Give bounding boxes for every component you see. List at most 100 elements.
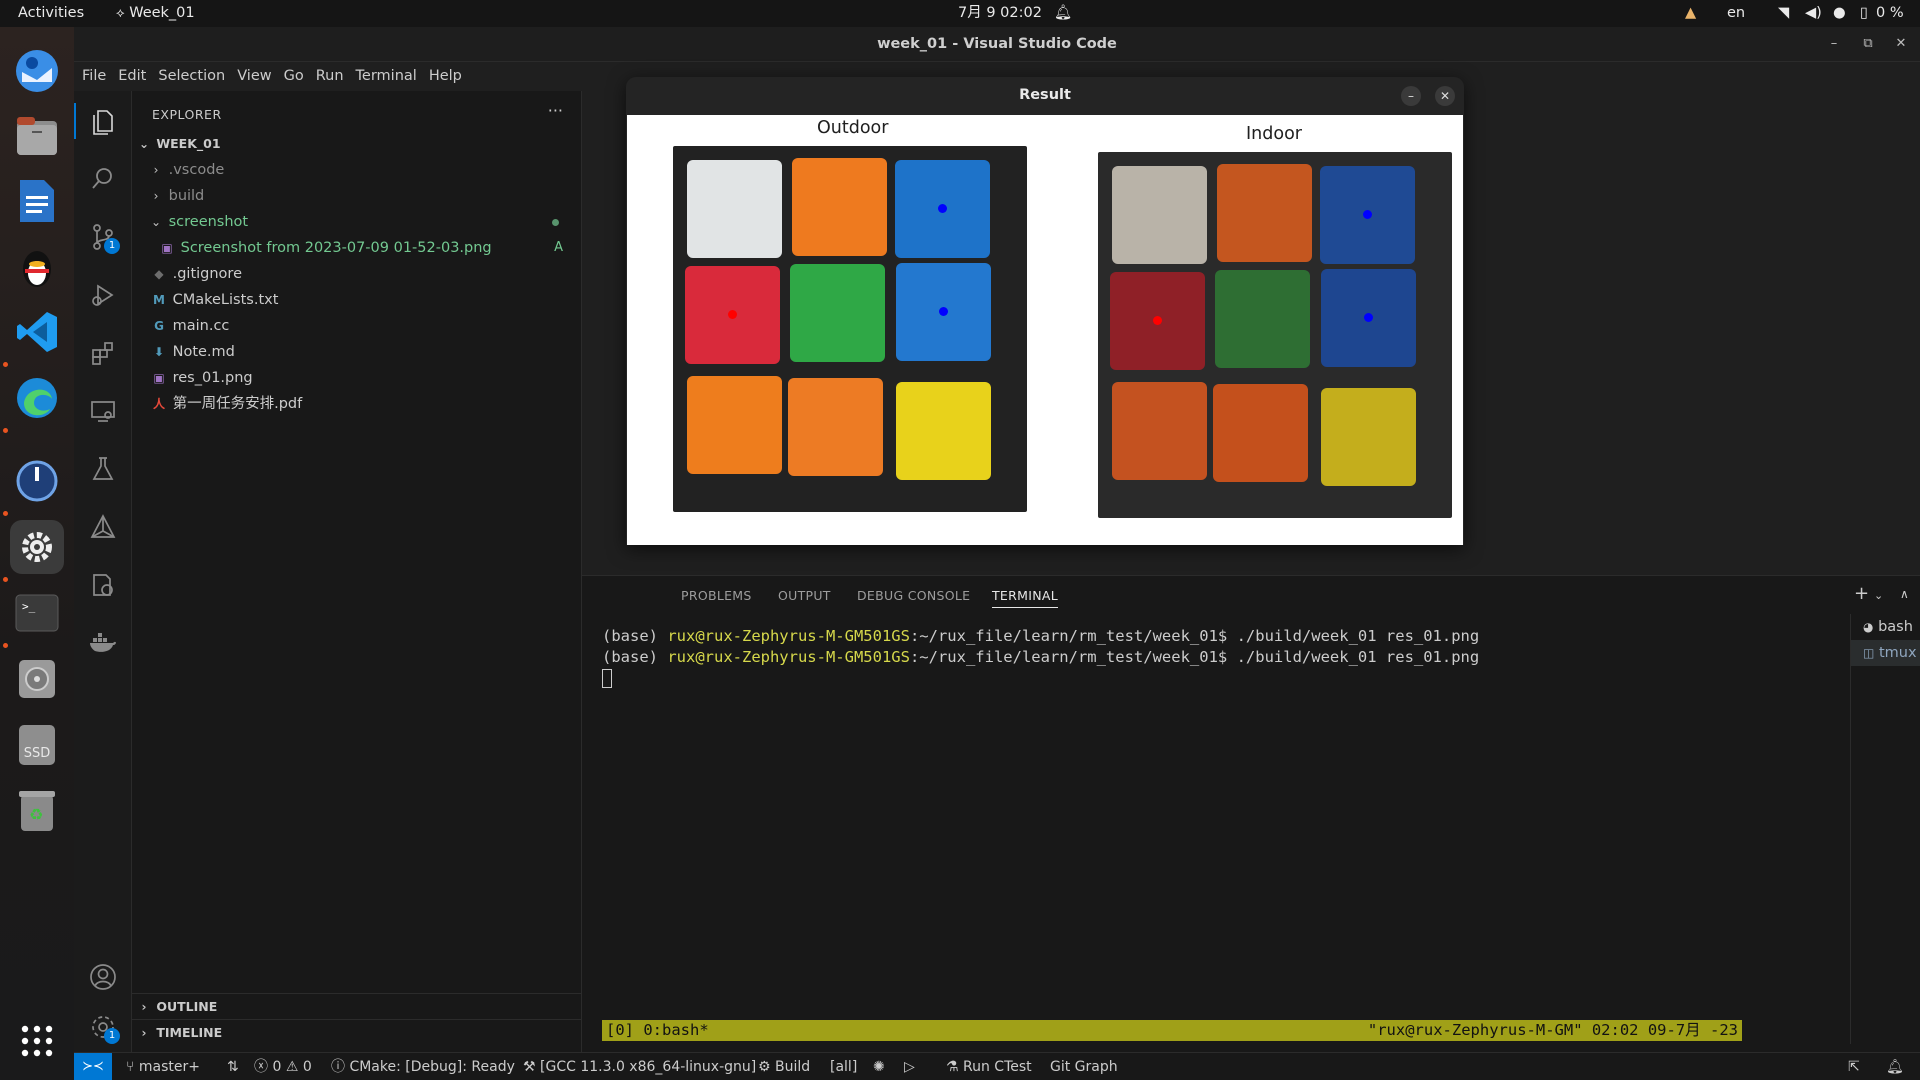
wifi-icon[interactable]: ◥ <box>1778 0 1789 27</box>
thunderbird-icon[interactable] <box>10 44 64 98</box>
cmake-icon[interactable] <box>85 509 121 545</box>
menu-go[interactable]: Go <box>278 63 310 89</box>
disk-utility-icon[interactable] <box>10 652 64 706</box>
battery-icon[interactable]: ▯ <box>1860 0 1868 27</box>
cmake-target[interactable]: [all] <box>830 1053 857 1080</box>
source-control-icon[interactable]: 1 <box>85 219 121 255</box>
workspace-root[interactable]: ⌄ WEEK_01 <box>132 131 581 157</box>
tree-file-cmakelists[interactable]: M CMakeLists.txt <box>132 287 581 313</box>
result-close-icon[interactable]: ✕ <box>1435 86 1455 106</box>
cube-sticker <box>1213 384 1308 482</box>
blue-marker-dot <box>938 204 947 213</box>
live-share-icon[interactable]: ⇱ <box>1848 1053 1860 1080</box>
result-window-title: Result <box>1019 87 1071 103</box>
clock[interactable]: 7月 9 02:02 <box>958 0 1042 27</box>
tree-file-screenshot-png[interactable]: ▣ Screenshot from 2023-07-09 01-52-03.pn… <box>132 235 581 261</box>
debug-bug-icon[interactable]: ✺ <box>873 1053 885 1080</box>
tab-problems[interactable]: PROBLEMS <box>681 588 752 603</box>
chevron-right-icon: › <box>141 1000 147 1014</box>
cmake-build[interactable]: ⚙ Build <box>758 1053 810 1080</box>
trash-icon[interactable]: ♻ <box>10 784 64 838</box>
git-graph[interactable]: Git Graph <box>1050 1053 1118 1080</box>
ssd-drive-icon[interactable]: SSD <box>10 718 64 772</box>
tree-file-gitignore[interactable]: ◆ .gitignore <box>132 261 581 287</box>
cube-sticker <box>788 378 883 476</box>
extensions-icon[interactable] <box>85 335 121 371</box>
remote-indicator-icon[interactable]: ≻≺ <box>74 1053 112 1080</box>
search-icon[interactable] <box>85 161 121 197</box>
menu-view[interactable]: View <box>231 63 277 89</box>
tree-folder-build[interactable]: › build <box>132 183 581 209</box>
cube-sticker <box>792 158 887 256</box>
tab-debug-console[interactable]: DEBUG CONSOLE <box>857 588 970 603</box>
minimize-icon[interactable]: – <box>1825 35 1843 53</box>
manage-gear-icon[interactable]: 1 <box>85 1009 121 1045</box>
volume-icon[interactable]: ◀) <box>1805 0 1822 27</box>
explorer-sidebar: EXPLORER ··· ⌄ WEEK_01 › .vscode › build… <box>132 91 582 1052</box>
window-title: week_01 - Visual Studio Code <box>877 36 1117 52</box>
terminal-tab-bash[interactable]: ◕ bash <box>1851 614 1920 640</box>
tree-file-pdf[interactable]: 人 第一周任务安排.pdf <box>132 391 581 417</box>
run-debug-icon[interactable] <box>85 277 121 313</box>
cube-sticker <box>1112 166 1207 264</box>
remote-explorer-icon[interactable] <box>85 393 121 429</box>
scm-badge: 1 <box>104 238 120 254</box>
timer-app-icon[interactable] <box>10 454 64 508</box>
cmake-status[interactable]: ⓘ CMake: [Debug]: Ready <box>331 1053 515 1080</box>
files-icon[interactable] <box>10 109 64 163</box>
accounts-icon[interactable] <box>85 959 121 995</box>
menu-help[interactable]: Help <box>423 63 468 89</box>
tree-file-note-md[interactable]: ⬇ Note.md <box>132 339 581 365</box>
docker-icon[interactable] <box>85 625 121 661</box>
more-actions-icon[interactable]: ··· <box>548 101 563 120</box>
result-minimize-icon[interactable]: – <box>1401 86 1421 106</box>
new-terminal-plus-icon[interactable]: + <box>1854 583 1869 604</box>
terminal-dock-icon[interactable]: >_ <box>10 586 64 640</box>
terminal-dropdown-icon[interactable]: ⌄ <box>1874 589 1883 602</box>
problems-status[interactable]: ⓧ 0 ⚠ 0 <box>254 1053 312 1080</box>
vscode-dock-icon[interactable] <box>10 305 64 359</box>
menu-file[interactable]: File <box>76 63 112 89</box>
tree-file-res01-png[interactable]: ▣ res_01.png <box>132 365 581 391</box>
title-bar: week_01 - Visual Studio Code – ⧉ ✕ <box>74 27 1920 62</box>
cmake-outline-icon[interactable] <box>85 567 121 603</box>
testing-flask-icon[interactable] <box>85 451 121 487</box>
menu-selection[interactable]: Selection <box>152 63 231 89</box>
run-play-icon[interactable]: ▷ <box>904 1053 915 1080</box>
active-app-menu[interactable]: ⟡ Week_01 <box>116 0 195 27</box>
qq-penguin-icon[interactable] <box>10 239 64 293</box>
settings-dock-icon[interactable] <box>10 520 64 574</box>
running-indicator <box>3 362 8 367</box>
writer-icon[interactable] <box>10 174 64 228</box>
outline-section[interactable]: › OUTLINE <box>132 993 581 1019</box>
tab-output[interactable]: OUTPUT <box>778 588 831 603</box>
terminal-tab-tmux[interactable]: ◫ tmux <box>1851 640 1920 666</box>
timeline-section[interactable]: › TIMELINE <box>132 1019 581 1045</box>
notification-bell-icon[interactable]: 🔔︎ <box>1054 0 1072 27</box>
tab-terminal[interactable]: TERMINAL <box>992 588 1058 608</box>
cmake-kit[interactable]: ⚒ [GCC 11.3.0 x86_64-linux-gnu] <box>523 1053 756 1080</box>
edge-browser-icon[interactable] <box>10 371 64 425</box>
show-applications-icon[interactable] <box>10 1014 64 1068</box>
notifications-bell-icon[interactable]: 🔔︎ <box>1886 1053 1904 1080</box>
microphone-icon[interactable]: ● <box>1833 0 1846 27</box>
tree-file-main-cc[interactable]: G main.cc <box>132 313 581 339</box>
menu-run[interactable]: Run <box>310 63 350 89</box>
menu-terminal[interactable]: Terminal <box>350 63 423 89</box>
menu-edit[interactable]: Edit <box>112 63 152 89</box>
activities-button[interactable]: Activities <box>18 0 84 27</box>
close-icon[interactable]: ✕ <box>1892 35 1910 53</box>
tray-cat-icon[interactable]: ▲ <box>1685 0 1696 27</box>
maximize-panel-icon[interactable]: ∧ <box>1900 587 1909 601</box>
maximize-icon[interactable]: ⧉ <box>1859 35 1877 53</box>
input-language[interactable]: en <box>1727 0 1745 27</box>
git-branch[interactable]: ⑂ master+ <box>126 1053 200 1080</box>
branch-icon: ⑂ <box>126 1059 135 1075</box>
sync-icon[interactable]: ⇅ <box>227 1053 239 1080</box>
terminal-output[interactable]: (base) rux@rux-Zephyrus-M-GM501GS:~/rux_… <box>602 626 1742 1041</box>
run-ctest[interactable]: ⚗ Run CTest <box>946 1053 1032 1080</box>
tree-folder-screenshot[interactable]: ⌄ screenshot <box>132 209 581 235</box>
tree-folder-vscode[interactable]: › .vscode <box>132 157 581 183</box>
explorer-icon[interactable] <box>85 103 121 139</box>
running-indicator <box>3 577 8 582</box>
